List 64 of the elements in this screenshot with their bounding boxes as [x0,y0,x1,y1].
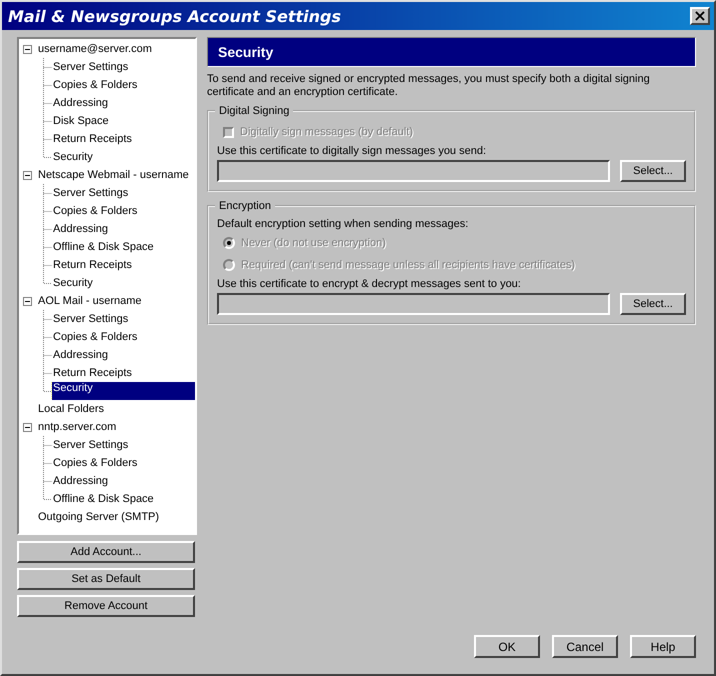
dialog-button[interactable]: Cancel [552,635,618,658]
group-title: Digital Signing [218,105,290,117]
tree-item[interactable]: Server Settings [52,311,130,327]
tree-item[interactable]: Netscape Webmail - username [37,167,190,183]
collapse-icon[interactable] [23,422,32,432]
panel-title: Security [218,44,274,60]
tree-item[interactable]: Copies & Folders [52,77,138,93]
tree-line [43,328,52,346]
tree-line [43,94,52,112]
intro-text: To send and receive signed or encrypted messages, you must specify both a digital signing certificate and an encryption certificate. [207,73,651,99]
window-title: Mail & Newsgroups Account Settings [8,6,341,26]
radio-label: Required (can't send message unless all recipients have certificates) [241,259,576,271]
tree-line [43,184,52,202]
field-label: Use this certificate to encrypt & decrypt messages sent to you: [217,278,522,290]
field-label: Use this certificate to digitally sign messages you send: [217,145,488,157]
tree-item[interactable]: Addressing [52,221,110,237]
tree-item[interactable]: Offline & Disk Space [52,239,155,255]
account-button[interactable]: Set as Default [17,568,195,590]
tree-item[interactable]: Security [52,382,195,400]
group-title: Encryption [218,200,272,212]
select-button[interactable]: Select... [620,160,686,182]
tree-item[interactable]: Addressing [52,95,110,111]
account-button[interactable]: Remove Account [17,595,195,617]
tree-line [43,202,52,220]
tree-item[interactable]: Server Settings [52,185,130,201]
radio-label: Never (do not use encryption) [241,237,386,249]
tree-item[interactable]: Addressing [52,473,110,489]
tree-item[interactable]: Local Folders [37,401,106,417]
tree-item[interactable]: Addressing [52,347,110,363]
setting-label: Default encryption setting when sending messages: [217,218,470,230]
tree-item[interactable]: Copies & Folders [52,329,138,345]
tree-item[interactable]: Server Settings [52,59,130,75]
tree-item[interactable]: username@server.com [37,41,153,57]
tree-line [43,238,52,256]
tree-item[interactable]: Disk Space [52,113,110,129]
tree-item[interactable]: AOL Mail - username [37,293,143,309]
tree-line [43,436,52,454]
tree-item[interactable]: Outgoing Server (SMTP) [37,509,160,525]
tree-item[interactable]: Return Receipts [52,365,133,381]
tree-line [43,76,52,94]
tree-item[interactable]: Copies & Folders [52,455,138,471]
tree-item[interactable]: Security [52,149,94,165]
tree-item[interactable]: Copies & Folders [52,203,138,219]
collapse-icon[interactable] [23,170,32,180]
tree-item[interactable]: nntp.server.com [37,419,118,435]
dialog-button[interactable]: Help [630,635,696,658]
collapse-icon[interactable] [23,44,32,54]
collapse-icon[interactable] [23,296,32,306]
tree-line [43,346,52,364]
tree-line [43,310,52,328]
close-button[interactable]: × [690,7,710,25]
checkbox-label: Digitally sign messages (by default) [240,126,414,138]
dialog-button[interactable]: OK [474,635,540,658]
tree-item[interactable]: Security [52,275,94,291]
tree-item[interactable]: Offline & Disk Space [52,491,155,507]
tree-line [43,58,52,76]
tree-item[interactable]: Return Receipts [52,131,133,147]
tree-line [43,220,52,238]
tree-line [43,454,52,472]
tree-item[interactable]: Return Receipts [52,257,133,273]
select-button[interactable]: Select... [620,293,686,315]
account-button[interactable]: Add Account... [17,541,195,563]
tree-line [43,112,52,130]
tree-item[interactable]: Server Settings [52,437,130,453]
